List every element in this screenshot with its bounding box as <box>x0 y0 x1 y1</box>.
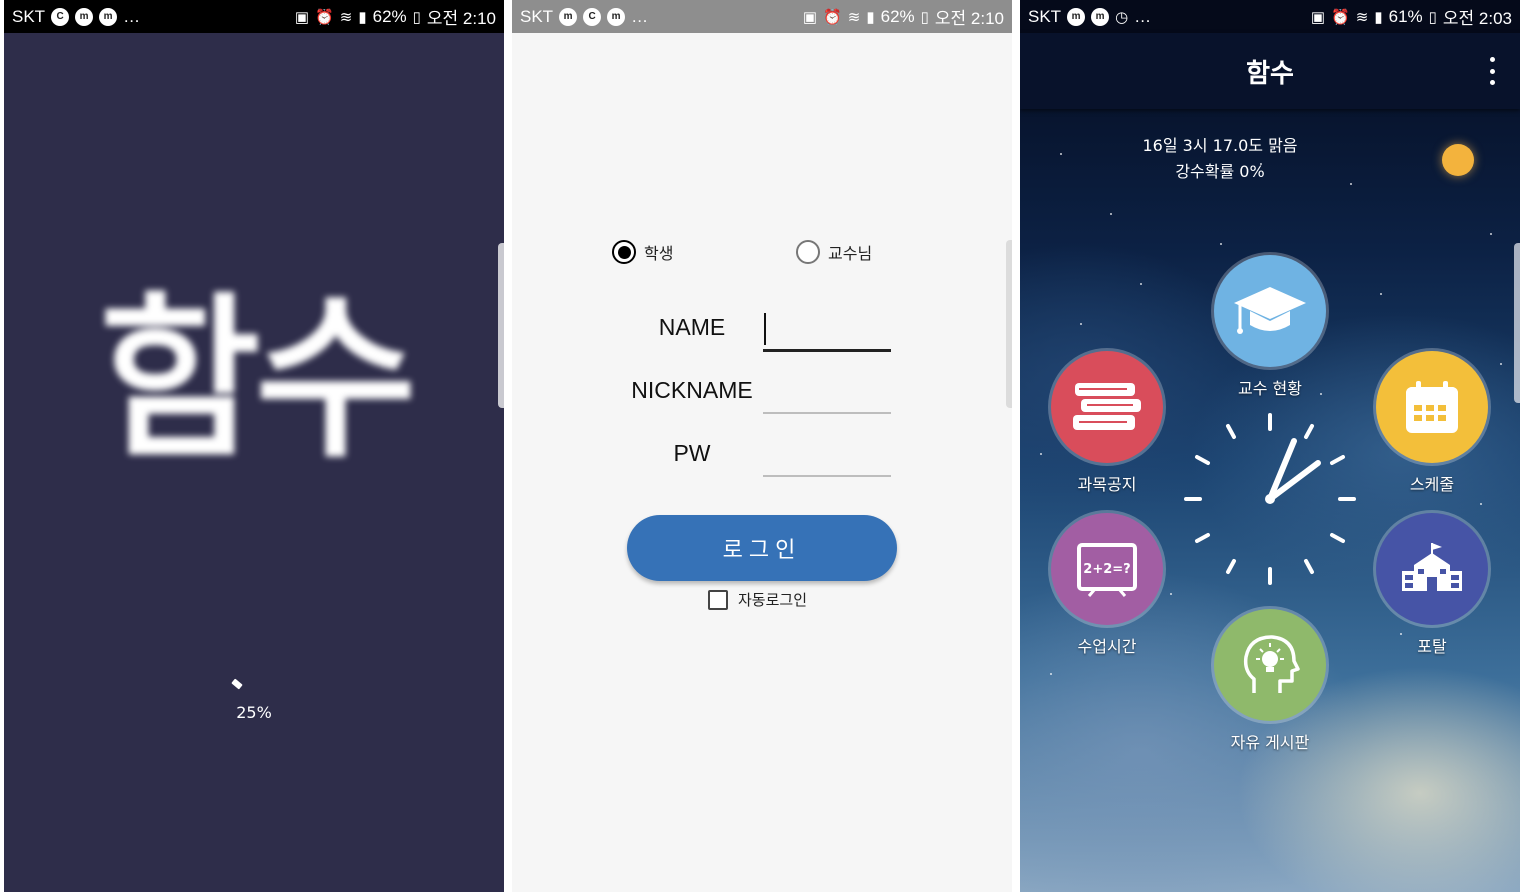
edge-panel-handle[interactable] <box>1514 243 1520 403</box>
clock-time: 오전 2:10 <box>426 9 496 28</box>
menu-portal-label: 포탈 <box>1417 637 1447 656</box>
edge-panel-handle[interactable] <box>498 243 504 408</box>
notification-m2-icon: m <box>1091 7 1110 26</box>
clock-time: 오전 2:03 <box>1442 9 1512 28</box>
menu-free-board-label: 자유 게시판 <box>1230 733 1310 752</box>
more-notifications-icon: … <box>631 6 649 26</box>
notification-m2-icon: m <box>607 7 626 26</box>
radio-professor[interactable]: 교수님 <box>796 240 872 264</box>
school-building-icon <box>1376 513 1488 625</box>
timer-icon: ◷ <box>1115 8 1129 26</box>
overflow-menu-icon[interactable] <box>1488 57 1496 85</box>
loading-spinner <box>231 678 243 690</box>
app-title: 함수 <box>1246 58 1294 89</box>
text-cursor <box>764 313 766 345</box>
status-bar: SKT m C m … ▣ ⏰ ≋ ▮ 62% ▯ 오전 2:10 <box>512 0 1012 33</box>
notification-c-icon: C <box>583 7 602 26</box>
alarm-icon: ⏰ <box>823 8 842 26</box>
radio-professor-label: 교수님 <box>828 244 873 263</box>
space-background: 함수 16일 3시 17.0도 맑음 강수확률 0% 교수 현황 과목공지 스케… <box>1020 33 1520 892</box>
alarm-icon: ⏰ <box>1331 8 1350 26</box>
more-notifications-icon: … <box>1134 6 1152 26</box>
carrier-label: SKT <box>520 6 554 26</box>
splash-screen: SKT C m m … ▣ ⏰ ≋ ▮ 62% ▯ 오전 2:10 함수 25% <box>4 0 504 892</box>
login-button[interactable]: 로그인 <box>627 515 897 581</box>
notification-m2-icon: m <box>99 7 118 26</box>
menu-professor-status-label: 교수 현황 <box>1238 379 1302 398</box>
radio-unchecked-icon <box>796 240 820 264</box>
menu-professor-status[interactable]: 교수 현황 <box>1214 255 1326 399</box>
pw-label: PW <box>673 440 711 466</box>
notification-m-icon: m <box>1067 7 1086 26</box>
login-form: 학생 교수님 NAME NICKNAME PW 로그인 자동로그인 <box>512 33 1012 892</box>
battery-percent: 61% <box>1388 6 1423 26</box>
head-idea-icon <box>1214 609 1326 721</box>
more-notifications-icon: … <box>123 6 141 26</box>
auto-login-checkbox[interactable] <box>708 589 728 610</box>
clock-face <box>1184 413 1356 585</box>
sun-icon <box>1442 144 1474 176</box>
signal-icon: ▮ <box>866 8 875 26</box>
nickname-field[interactable] <box>763 378 891 414</box>
carrier-label: SKT <box>12 6 46 26</box>
radio-checked-icon <box>612 240 636 264</box>
password-field[interactable] <box>763 441 891 477</box>
cast-icon: ▣ <box>1310 8 1326 26</box>
notification-c-icon: C <box>51 7 70 26</box>
radio-student-label: 학생 <box>644 244 674 263</box>
battery-percent: 62% <box>880 6 915 26</box>
menu-course-notice-label: 과목공지 <box>1077 475 1137 494</box>
loading-progress: 25% <box>236 703 272 722</box>
battery-percent: 62% <box>372 6 407 26</box>
signal-icon: ▮ <box>358 8 367 26</box>
nickname-label: NICKNAME <box>631 377 753 403</box>
notification-m-icon: m <box>559 7 578 26</box>
wifi-icon: ≋ <box>1355 8 1369 26</box>
main-screen: SKT m m ◷ … ▣ ⏰ ≋ ▮ 61% ▯ 오전 2:03 함수 16일… <box>1020 0 1520 892</box>
name-field[interactable] <box>763 315 891 352</box>
role-radio-group: 학생 교수님 <box>612 240 912 270</box>
status-bar: SKT m m ◷ … ▣ ⏰ ≋ ▮ 61% ▯ 오전 2:03 <box>1020 0 1520 33</box>
menu-course-notice[interactable]: 과목공지 <box>1051 351 1163 495</box>
books-icon <box>1051 351 1163 463</box>
clock-time: 오전 2:10 <box>934 9 1004 28</box>
app-logo: 함수 <box>99 277 417 482</box>
edge-panel-handle[interactable] <box>1006 240 1012 408</box>
rain-probability: 강수확률 0% <box>1175 162 1265 181</box>
wifi-icon: ≋ <box>339 8 353 26</box>
menu-schedule[interactable]: 스케줄 <box>1376 351 1488 495</box>
cast-icon: ▣ <box>294 8 310 26</box>
chalkboard-icon: 2+2=? <box>1051 513 1163 625</box>
alarm-icon: ⏰ <box>315 8 334 26</box>
app-bar: 함수 <box>1020 33 1520 109</box>
signal-icon: ▮ <box>1374 8 1383 26</box>
menu-class-time[interactable]: 2+2=? 수업시간 <box>1051 513 1163 657</box>
cast-icon: ▣ <box>802 8 818 26</box>
battery-icon: ▯ <box>412 8 421 26</box>
name-label: NAME <box>658 314 726 340</box>
battery-icon: ▯ <box>920 8 929 26</box>
carrier-label: SKT <box>1028 6 1062 26</box>
weather-summary: 16일 3시 17.0도 맑음 <box>1142 136 1298 155</box>
notification-m-icon: m <box>75 7 94 26</box>
wifi-icon: ≋ <box>847 8 861 26</box>
menu-class-time-label: 수업시간 <box>1077 637 1137 656</box>
menu-portal[interactable]: 포탈 <box>1376 513 1488 657</box>
graduation-cap-icon <box>1214 255 1326 367</box>
weather-info: 16일 3시 17.0도 맑음 강수확률 0% <box>1120 133 1320 185</box>
menu-schedule-label: 스케줄 <box>1409 475 1455 494</box>
auto-login-label: 자동로그인 <box>738 591 808 609</box>
menu-free-board[interactable]: 자유 게시판 <box>1214 609 1326 753</box>
svg-text:2+2=?: 2+2=? <box>1083 562 1130 577</box>
status-bar: SKT C m m … ▣ ⏰ ≋ ▮ 62% ▯ 오전 2:10 <box>4 0 504 33</box>
splash-background: 함수 25% <box>4 33 504 892</box>
calendar-icon <box>1376 351 1488 463</box>
login-screen: SKT m C m … ▣ ⏰ ≋ ▮ 62% ▯ 오전 2:10 학생 교수님 <box>512 0 1012 892</box>
auto-login-option[interactable]: 자동로그인 <box>708 589 807 610</box>
battery-icon: ▯ <box>1428 8 1437 26</box>
radio-student[interactable]: 학생 <box>612 240 673 264</box>
